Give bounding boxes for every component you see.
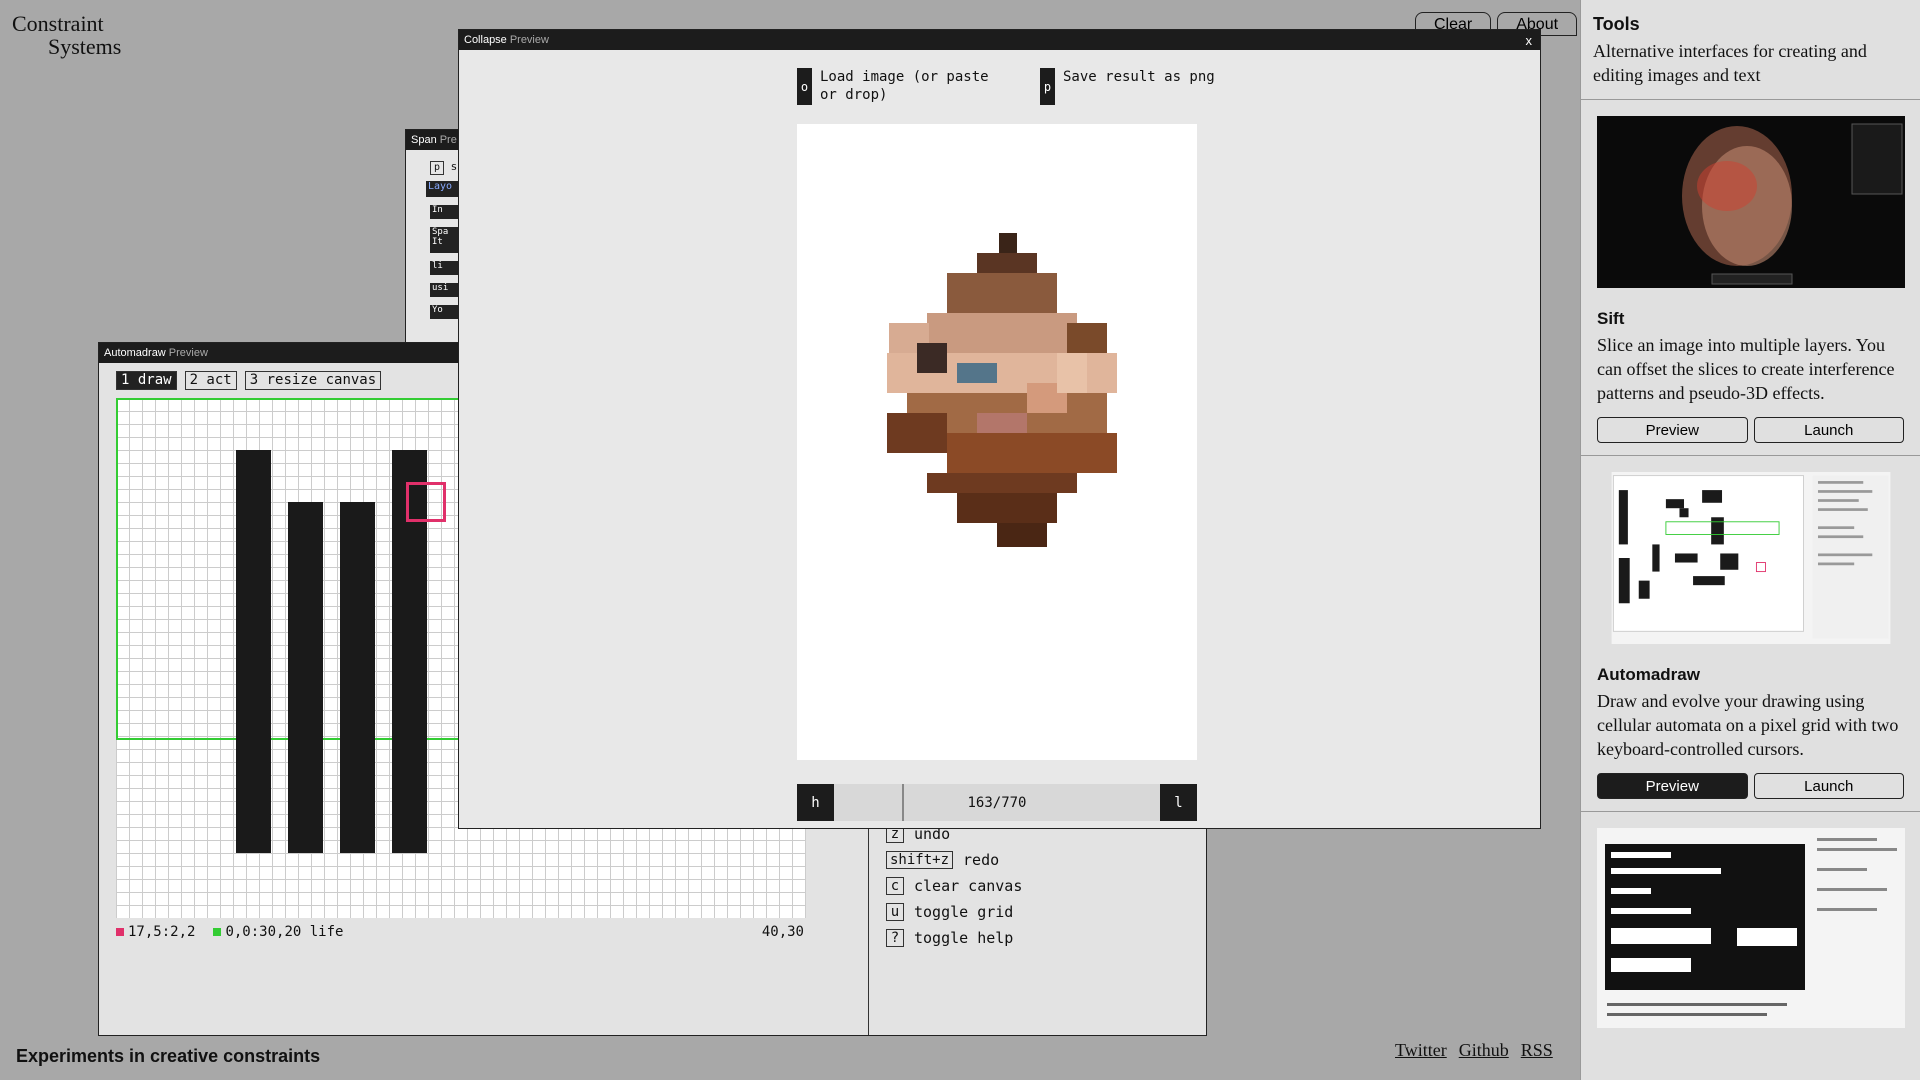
drawn-pixels	[236, 450, 271, 853]
span-title: Span	[411, 134, 437, 146]
sidebar-header: Tools Alternative interfaces for creatin…	[1581, 0, 1920, 100]
key-o: o	[797, 68, 812, 105]
drawn-pixels	[340, 502, 375, 853]
prev-key-button[interactable]: h	[797, 784, 834, 821]
save-png-label: Save result as png	[1063, 69, 1215, 85]
sift-thumbnail[interactable]	[1597, 116, 1905, 288]
span-line: In	[430, 205, 460, 219]
canvas-size: 40,30	[761, 924, 804, 940]
tool-description-automadraw: Draw and evolve your drawing using cellu…	[1597, 691, 1899, 759]
sift-preview-button[interactable]: Preview	[1597, 417, 1748, 443]
span-subtitle: Pre	[439, 134, 457, 146]
scrubber-progress: 163/770	[967, 794, 1027, 811]
span-line: li	[430, 261, 460, 275]
key-shift-z: shift+z	[886, 851, 954, 869]
automadraw-tabs: 1 draw 2 act 3 resize canvas	[116, 371, 382, 390]
collapse-actions: o Load image (or paste or drop) p Save r…	[797, 68, 1255, 105]
save-png-action[interactable]: p Save result as png	[1040, 68, 1255, 105]
span-line: Yo	[430, 305, 460, 319]
automadraw-thumbnail[interactable]	[1597, 472, 1905, 644]
scrubber-thumb[interactable]	[902, 784, 904, 821]
collapsed-portrait-image	[887, 233, 1117, 547]
rss-link[interactable]: RSS	[1521, 1040, 1553, 1061]
collapse-title: Collapse	[464, 34, 507, 46]
help-list: z undo shift+z redo c clear canvas u toggle …	[886, 821, 1022, 951]
key-c: c	[886, 877, 904, 895]
tab-act[interactable]: 2 act	[184, 371, 237, 390]
load-image-label: Load image (or paste or drop)	[820, 69, 989, 103]
help-item-grid[interactable]: u toggle grid	[886, 899, 1022, 925]
cursor-position-text: 17,5:2,2	[128, 924, 196, 940]
collapse-canvas[interactable]	[797, 124, 1197, 760]
automadraw-preview-button[interactable]: Preview	[1597, 773, 1748, 799]
help-item-redo[interactable]: shift+z redo	[886, 847, 1022, 873]
automadraw-title: Automadraw	[104, 347, 166, 359]
span-body: p s Layo In Spa It li usi Yo	[406, 150, 464, 319]
tab-draw[interactable]: 1 draw	[116, 371, 177, 390]
tool-card-automadraw: Automadraw Draw and evolve your drawing …	[1581, 456, 1920, 812]
sift-launch-button[interactable]: Launch	[1753, 417, 1904, 443]
automadraw-status-bar: 17,5:2,2 0,0:30,20 life 40,30	[116, 924, 806, 940]
help-item-clear[interactable]: c clear canvas	[886, 873, 1022, 899]
automadraw-subtitle: Preview	[168, 347, 208, 359]
load-image-action[interactable]: o Load image (or paste or drop)	[797, 68, 1012, 105]
logo-line-1: Constraint	[12, 11, 104, 36]
span-key[interactable]: p	[430, 161, 444, 175]
help-label: toggle grid	[914, 903, 1014, 921]
help-label: clear canvas	[914, 877, 1023, 895]
green-cursor-icon	[213, 928, 222, 936]
draw-cursor[interactable]	[406, 482, 446, 522]
span-line: usi	[430, 283, 460, 297]
span-titlebar[interactable]: Span Pre	[406, 130, 464, 150]
next-key-button[interactable]: l	[1160, 784, 1197, 821]
key-question: ?	[886, 929, 904, 947]
footer-links: Twitter Github RSS	[1395, 1040, 1553, 1061]
span-window[interactable]: Span Pre p s Layo In Spa It li usi Yo	[405, 129, 465, 349]
span-line: Spa It	[430, 227, 460, 253]
drawn-pixels	[288, 502, 323, 853]
span-thumbnail[interactable]	[1597, 828, 1905, 1028]
tagline: Experiments in creative constraints	[16, 1046, 321, 1066]
github-link[interactable]: Github	[1459, 1040, 1509, 1061]
tool-name-sift: Sift	[1597, 309, 1625, 328]
pink-cursor-icon	[116, 928, 124, 936]
key-p: p	[1040, 68, 1055, 105]
tool-card-span	[1581, 812, 1920, 1045]
collapse-titlebar[interactable]: Collapse Preview x	[459, 30, 1540, 50]
tool-description-sift: Slice an image into multiple layers. You…	[1597, 335, 1895, 403]
automadraw-launch-button[interactable]: Launch	[1753, 773, 1904, 799]
sidebar-description: Alternative interfaces for creating and …	[1593, 41, 1867, 85]
help-label: redo	[963, 851, 1000, 869]
sift-buttons: Preview Launch	[1597, 417, 1904, 443]
sidebar-title: Tools	[1593, 14, 1640, 34]
tab-resize-canvas[interactable]: 3 resize canvas	[244, 371, 382, 390]
automadraw-buttons: Preview Launch	[1597, 773, 1904, 799]
twitter-link[interactable]: Twitter	[1395, 1040, 1447, 1061]
tool-name-automadraw: Automadraw	[1597, 665, 1700, 684]
site-logo[interactable]: Constraint Systems	[12, 12, 121, 58]
image-scrubber[interactable]: h 163/770 l	[797, 784, 1197, 821]
help-label: toggle help	[914, 929, 1014, 947]
life-region-text: 0,0:30,20 life	[225, 924, 344, 940]
span-key-suffix: s	[450, 160, 458, 173]
logo-line-2: Systems	[48, 34, 122, 59]
key-u: u	[886, 903, 904, 921]
help-item-help[interactable]: ? toggle help	[886, 925, 1022, 951]
tool-card-sift: Sift Slice an image into multiple layers…	[1581, 100, 1920, 456]
collapse-window[interactable]: Collapse Preview x o Load image (or paste…	[458, 29, 1541, 829]
life-region-info: 0,0:30,20 life	[213, 924, 343, 940]
cursor-position: 17,5:2,2	[116, 924, 195, 940]
close-icon[interactable]: x	[1526, 33, 1533, 48]
tools-sidebar[interactable]: Tools Alternative interfaces for creatin…	[1580, 0, 1920, 1080]
scrubber-track[interactable]: 163/770	[834, 784, 1160, 821]
collapse-subtitle: Preview	[509, 34, 549, 46]
